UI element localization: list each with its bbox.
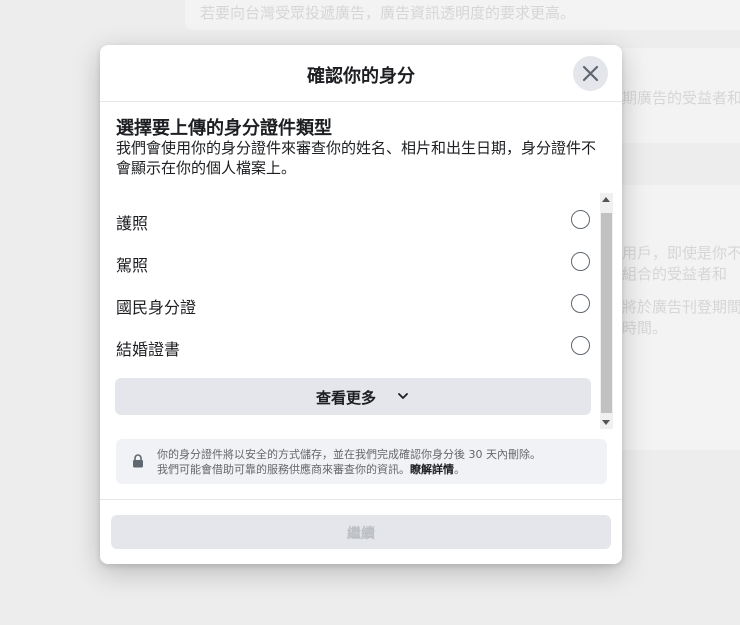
privacy-period: 。 — [454, 463, 465, 476]
scroll-down-arrow-icon[interactable] — [602, 420, 610, 425]
background-text: 若要向台灣受眾投遞廣告，廣告資訊透明度的要求更高。 — [200, 4, 576, 22]
section-heading: 選擇要上傳的身分證件類型 — [116, 118, 332, 139]
continue-label: 繼續 — [347, 526, 375, 542]
scroll-up-arrow-icon[interactable] — [602, 197, 610, 202]
option-label: 結婚證書 — [116, 340, 181, 359]
privacy-text: 我們可能會借助可靠的服務供應商來審查你的資訊。瞭解詳情。 — [157, 461, 465, 477]
option-label: 國民身分證 — [116, 298, 197, 317]
option-passport[interactable]: 護照 — [100, 199, 600, 241]
see-more-button[interactable]: 查看更多 — [115, 378, 591, 415]
dialog-footer: 繼續 — [100, 499, 622, 564]
lock-icon — [133, 454, 143, 468]
privacy-text-part: 我們可能會借助可靠的服務供應商來審查你的資訊。 — [157, 463, 410, 476]
radio-button[interactable] — [571, 336, 590, 355]
option-label: 護照 — [116, 214, 149, 233]
learn-more-link[interactable]: 瞭解詳情 — [410, 463, 454, 476]
privacy-notice: 你的身分證件將以安全的方式儲存，並在我們完成確認你身分後 30 天內刪除。 我們… — [116, 439, 607, 484]
background-text: 組合的受益者和 — [622, 265, 728, 283]
verify-identity-dialog: 確認你的身分 選擇要上傳的身分證件類型 我們會使用你的身分證件來審查你的姓名、相… — [100, 45, 622, 564]
radio-button[interactable] — [571, 252, 590, 271]
option-marriage-certificate[interactable]: 結婚證書 — [100, 325, 600, 367]
background-text: 時間。 — [622, 319, 668, 337]
background-text: 用戶，即使是你不 — [622, 244, 740, 262]
id-type-options: 護照 駕照 國民身分證 結婚證書 — [100, 199, 600, 367]
radio-button[interactable] — [571, 210, 590, 229]
scrollbar-thumb[interactable] — [601, 213, 612, 413]
close-icon — [582, 65, 599, 82]
dialog-header: 確認你的身分 — [100, 45, 622, 102]
close-button[interactable] — [573, 56, 608, 91]
continue-button[interactable]: 繼續 — [111, 515, 611, 549]
chevron-down-icon — [398, 393, 408, 399]
section-description: 我們會使用你的身分證件來審查你的姓名、相片和出生日期，身分證件不會顯示在你的個人… — [116, 139, 597, 177]
privacy-text: 你的身分證件將以安全的方式儲存，並在我們完成確認你身分後 30 天內刪除。 — [157, 448, 541, 461]
option-national-id[interactable]: 國民身分證 — [100, 283, 600, 325]
dialog-title: 確認你的身分 — [307, 66, 415, 87]
background-text: 期廣告的受益者和 — [622, 89, 740, 107]
scrollbar[interactable] — [600, 193, 613, 429]
background-text: 將於廣告刊登期間 — [622, 298, 740, 316]
option-drivers-license[interactable]: 駕照 — [100, 241, 600, 283]
see-more-label: 查看更多 — [315, 389, 376, 407]
radio-button[interactable] — [571, 294, 590, 313]
option-label: 駕照 — [116, 256, 149, 275]
